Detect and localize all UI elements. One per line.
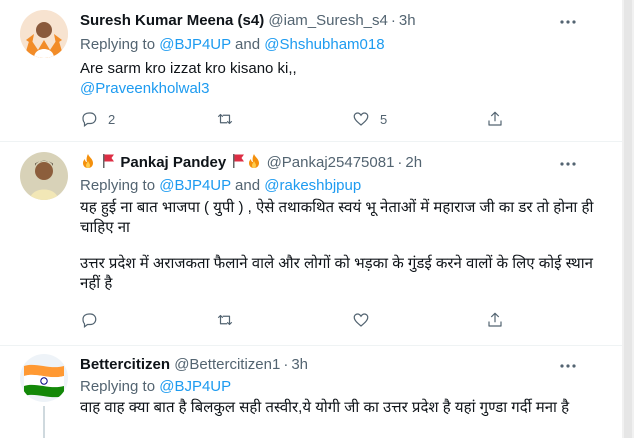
user-name[interactable]: Suresh Kumar Meena (s4) xyxy=(80,12,264,29)
replying-and: and xyxy=(235,177,261,194)
replying-prefix: Replying to xyxy=(80,378,156,395)
scrollbar-thumb[interactable] xyxy=(624,0,632,438)
mention-link[interactable]: @rakeshbjpup xyxy=(264,177,361,194)
mention-link[interactable]: @Shshubham018 xyxy=(264,36,384,53)
replying-prefix: Replying to xyxy=(80,36,156,53)
like-count: 5 xyxy=(380,111,388,127)
replying-to: Replying to @BJP4UP and @rakeshbjpup xyxy=(80,176,361,196)
tweet-text: वाह वाह क्या बात है बिलकुल सही तस्वीर,ये… xyxy=(80,398,600,418)
tweet-time[interactable]: 2h xyxy=(405,154,422,171)
tweet-actions xyxy=(80,310,520,330)
more-options-icon[interactable] xyxy=(558,12,578,32)
tweet-text-line: Are sarm kro izzat kro kisano ki,, xyxy=(80,60,297,77)
reply-button[interactable] xyxy=(80,310,108,330)
user-handle[interactable]: @iam_Suresh_s4 xyxy=(268,12,387,29)
replying-to: Replying to @BJP4UP and @Shshubham018 xyxy=(80,35,385,55)
mention-link[interactable]: @BJP4UP xyxy=(159,378,231,395)
reply-icon xyxy=(82,313,97,328)
like-button[interactable] xyxy=(352,310,380,330)
share-button[interactable] xyxy=(486,109,504,129)
avatar[interactable] xyxy=(20,10,68,58)
tweet-text: Are sarm kro izzat kro kisano ki,, @Prav… xyxy=(80,59,600,99)
replying-prefix: Replying to xyxy=(80,177,156,194)
more-options-icon[interactable] xyxy=(558,356,578,376)
share-icon xyxy=(488,111,502,126)
share-icon xyxy=(488,312,502,327)
tweet-1[interactable]: Suresh Kumar Meena (s4) @iam_Suresh_s4 · 3… xyxy=(0,0,622,137)
fire-icon xyxy=(80,153,96,175)
reply-button[interactable]: 2 xyxy=(80,109,115,129)
user-name[interactable]: Pankaj Pandey xyxy=(120,154,226,171)
user-handle[interactable]: @Pankaj25475081 xyxy=(267,154,395,171)
mention-link[interactable]: @BJP4UP xyxy=(159,36,231,53)
tweet-paragraph: उत्तर प्रदेश में अराजकता फैलाने वाले और … xyxy=(80,255,593,292)
user-name[interactable]: Bettercitizen xyxy=(80,356,170,373)
replying-and: and xyxy=(235,36,261,53)
mention-link[interactable]: @Praveenkholwal3 xyxy=(80,79,600,99)
reply-count: 2 xyxy=(108,111,116,127)
tweet-time[interactable]: 3h xyxy=(291,356,308,373)
scrollbar[interactable] xyxy=(622,0,634,438)
retweet-button[interactable] xyxy=(216,310,234,330)
thread-line xyxy=(43,406,45,438)
retweet-icon xyxy=(217,314,233,326)
tweet-actions: 2 5 xyxy=(80,109,520,129)
retweet-button[interactable] xyxy=(216,109,234,129)
heart-icon xyxy=(353,112,369,126)
tweet-text: यह हुई ना बात भाजपा ( युपी ) , ऐसे तथाकथ… xyxy=(80,198,600,294)
mention-link[interactable]: @BJP4UP xyxy=(159,177,231,194)
avatar[interactable] xyxy=(20,354,68,402)
user-handle[interactable]: @Bettercitizen1 xyxy=(174,356,280,373)
like-button[interactable]: 5 xyxy=(352,109,387,129)
avatar[interactable] xyxy=(20,152,68,200)
tweet-3[interactable]: Bettercitizen @Bettercitizen1 · 3h Replyin… xyxy=(0,346,622,438)
tweet-paragraph: वाह वाह क्या बात है बिलकुल सही तस्वीर,ये… xyxy=(80,399,570,416)
more-options-icon[interactable] xyxy=(558,154,578,174)
retweet-icon xyxy=(217,113,233,125)
flag-icon xyxy=(230,153,246,175)
separator-dot: · xyxy=(397,154,403,171)
flag-icon xyxy=(100,153,116,175)
tweet-time[interactable]: 3h xyxy=(399,12,416,29)
tweet-2[interactable]: Pankaj Pandey @Pankaj25475081 · 2h Replyin… xyxy=(0,142,622,342)
tweet-paragraph: यह हुई ना बात भाजपा ( युपी ) , ऐसे तथाकथ… xyxy=(80,199,594,236)
reply-icon xyxy=(82,112,97,127)
separator-dot: · xyxy=(390,12,396,29)
share-button[interactable] xyxy=(486,310,504,330)
heart-icon xyxy=(353,313,369,327)
fire-icon xyxy=(246,153,262,175)
separator-dot: · xyxy=(283,356,289,373)
replying-to: Replying to @BJP4UP xyxy=(80,377,231,397)
